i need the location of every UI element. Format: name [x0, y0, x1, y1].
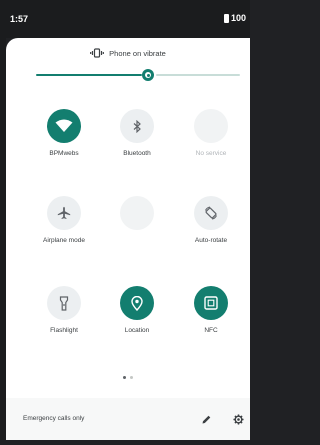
quick-settings-panel: Phone on vibrate BPMwebs Bluetooth No serv… — [6, 38, 250, 445]
airplane-label: Airplane mode — [43, 237, 85, 244]
flashlight-icon — [59, 295, 69, 311]
wifi-toggle[interactable] — [47, 109, 81, 143]
nfc-icon — [204, 296, 218, 310]
tile-flashlight[interactable]: Flashlight — [29, 286, 99, 346]
tile-blank-tile[interactable] — [102, 196, 172, 256]
pencil-icon — [202, 415, 210, 423]
bluetooth-label: Bluetooth — [123, 150, 151, 157]
tile-no-service[interactable]: No service — [176, 109, 246, 169]
ringer-mode-row[interactable]: Phone on vibrate — [6, 48, 250, 58]
wifi-label: BPMwebs — [49, 150, 79, 157]
rotate-icon — [204, 206, 218, 220]
slider-track-active — [36, 74, 142, 76]
slider-thumb[interactable] — [142, 69, 154, 81]
bottom-edge — [0, 440, 250, 445]
tile-nfc[interactable]: NFC — [176, 286, 246, 346]
airplane-icon — [57, 206, 71, 220]
page-indicator — [6, 376, 250, 379]
flashlight-label: Flashlight — [50, 327, 78, 334]
tile-auto-rotate[interactable]: Auto-rotate — [176, 196, 246, 256]
footer-bar: Emergency calls only — [6, 398, 250, 445]
blank-tile-toggle[interactable] — [120, 196, 154, 230]
page-dot — [130, 376, 133, 379]
vibrate-icon — [90, 48, 105, 58]
ringer-mode-label: Phone on vibrate — [109, 48, 166, 58]
location-label: Location — [124, 327, 150, 334]
tile-location[interactable]: Location — [102, 286, 172, 346]
tile-wifi[interactable]: BPMwebs — [29, 109, 99, 169]
gear-icon — [232, 413, 244, 425]
auto-rotate-label: Auto-rotate — [194, 237, 228, 244]
volume-slider[interactable] — [36, 69, 240, 81]
nfc-toggle[interactable] — [194, 286, 228, 320]
battery-icon — [223, 13, 229, 23]
edit-button[interactable] — [198, 411, 214, 427]
no-service-toggle[interactable] — [194, 109, 228, 143]
nfc-label: NFC — [204, 327, 218, 334]
status-indicators: 100 — [223, 13, 246, 23]
status-time: 1:57 — [10, 14, 29, 24]
battery-percent: 100 — [230, 13, 246, 23]
status-bar: 1:57 100 — [0, 0, 250, 38]
no-service-label: No service — [195, 150, 227, 157]
tile-airplane[interactable]: Airplane mode — [29, 196, 99, 256]
bluetooth-toggle[interactable] — [120, 109, 154, 143]
carrier-status: Emergency calls only — [23, 415, 85, 422]
location-icon — [131, 295, 143, 311]
flashlight-toggle[interactable] — [47, 286, 81, 320]
slider-track-rest — [156, 74, 240, 76]
tile-bluetooth[interactable]: Bluetooth — [102, 109, 172, 169]
page-dot — [123, 376, 126, 379]
airplane-toggle[interactable] — [47, 196, 81, 230]
settings-button[interactable] — [230, 411, 246, 427]
wifi-icon — [55, 119, 73, 133]
bluetooth-icon — [132, 119, 142, 133]
auto-rotate-toggle[interactable] — [194, 196, 228, 230]
location-toggle[interactable] — [120, 286, 154, 320]
